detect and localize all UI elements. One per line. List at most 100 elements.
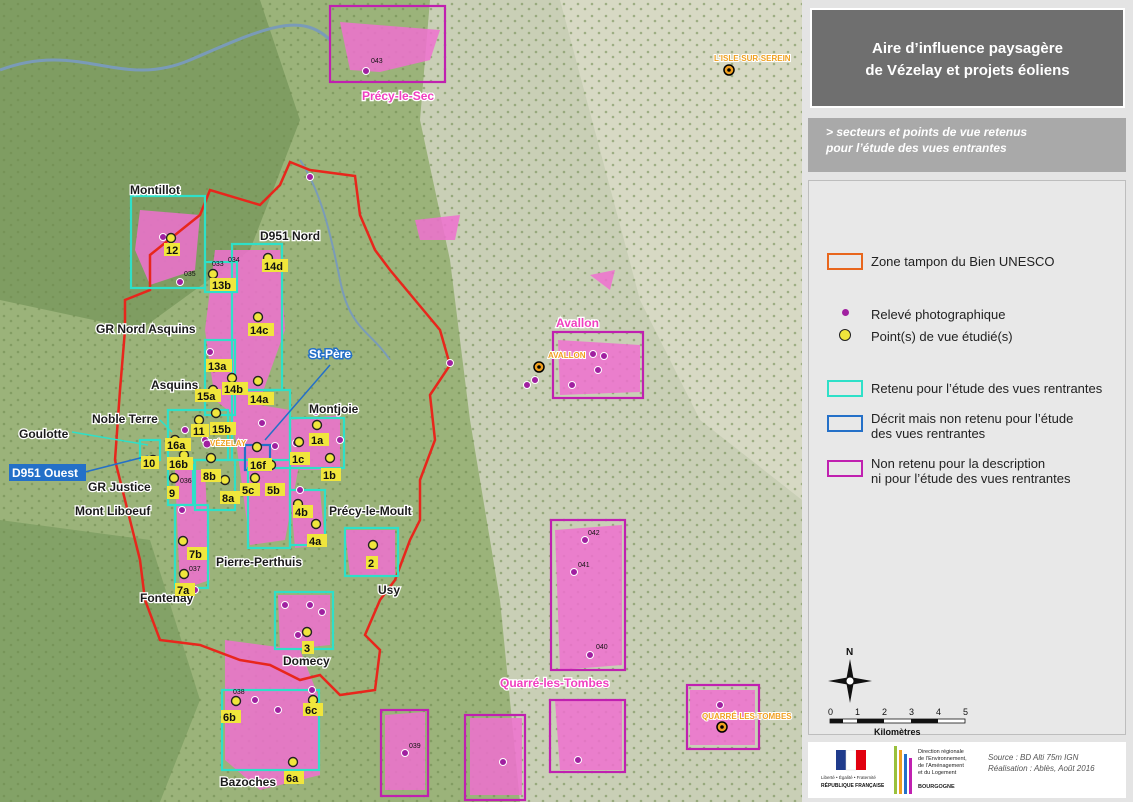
svg-text:2: 2 [882, 707, 887, 717]
svg-text:043: 043 [371, 58, 383, 65]
vp-label: 8b [201, 469, 221, 483]
svg-text:042: 042 [588, 530, 600, 537]
label-bazoches: Bazoches [220, 775, 276, 789]
svg-text:16a: 16a [167, 440, 186, 452]
svg-text:16b: 16b [169, 459, 188, 471]
svg-text:034: 034 [228, 257, 240, 264]
vp-label: 11 [191, 424, 209, 438]
svg-text:8a: 8a [222, 493, 235, 505]
svg-text:5: 5 [963, 707, 968, 717]
svg-text:3: 3 [304, 643, 310, 655]
not-retained-swatch [827, 460, 863, 477]
svg-text:14b: 14b [224, 384, 243, 396]
label-montjoie: Montjoie [309, 402, 359, 416]
label-vezelay: VÉZELAY [210, 439, 247, 448]
retained-swatch [827, 380, 863, 397]
svg-text:12: 12 [166, 245, 178, 257]
label-precy-le-moult: Précy-le-Moult [329, 504, 412, 518]
svg-text:1: 1 [855, 707, 860, 717]
svg-text:16f: 16f [250, 460, 266, 472]
svg-text:039: 039 [409, 743, 421, 750]
label-d951-nord: D951 Nord [260, 229, 320, 243]
svg-text:8b: 8b [203, 471, 216, 483]
svg-text:de l’Environnement,: de l’Environnement, [918, 756, 967, 762]
vp-label: 14c [248, 323, 274, 337]
svg-text:2: 2 [368, 558, 374, 570]
legend-photo-label: Relevé photographique [871, 307, 1006, 322]
subtitle-line-2: pour l’étude des vues entrantes [826, 141, 1007, 155]
svg-text:4a: 4a [309, 536, 322, 548]
svg-text:6b: 6b [223, 712, 236, 724]
republique-logo: Liberté • Égalité • Fraternité RÉPUBLIQU… [821, 750, 884, 789]
svg-text:4: 4 [936, 707, 941, 717]
svg-text:10: 10 [143, 458, 155, 470]
svg-text:1c: 1c [292, 454, 304, 466]
svg-text:14d: 14d [264, 261, 283, 273]
svg-text:037: 037 [189, 566, 201, 573]
svg-text:11: 11 [193, 426, 205, 438]
vp-label: 13a [206, 359, 232, 373]
map[interactable]: Précy-le-Sec L'ISLE-SUR-SEREIN Avallon A… [0, 0, 802, 802]
svg-text:041: 041 [578, 562, 590, 569]
label-precy-le-sec: Précy-le-Sec [362, 89, 434, 103]
svg-text:6c: 6c [305, 705, 317, 717]
svg-text:N: N [846, 647, 853, 658]
label-quarre-town: QUARRÉ-LES-TOMBES [702, 712, 792, 721]
dreal-logo: Direction régionale de l’Environnement, … [894, 746, 967, 794]
vp-label: 6b [221, 710, 241, 724]
vp-label: 4a [307, 534, 327, 548]
vp-label: 10 [141, 456, 159, 470]
svg-text:14c: 14c [250, 325, 268, 337]
vp-label: 2 [366, 556, 378, 570]
vp-label: 12 [164, 243, 180, 257]
svg-text:9: 9 [169, 488, 175, 500]
legend-panel: Aire d’influence paysagère de Vézelay et… [802, 0, 1133, 802]
vp-label: 3 [302, 641, 314, 655]
svg-text:3: 3 [909, 707, 914, 717]
label-pierre-perthuis: Pierre-Perthuis [216, 555, 302, 569]
vp-label: 1a [309, 433, 329, 447]
svg-text:13b: 13b [212, 280, 231, 292]
svg-text:et du Logement: et du Logement [918, 770, 957, 776]
vp-label: 13b [210, 278, 236, 292]
source-line-1: Source : BD Alti 75m IGN [988, 753, 1079, 762]
label-usy: Usy [378, 583, 400, 597]
vp-label: 6c [303, 703, 323, 717]
svg-text:BOURGOGNE: BOURGOGNE [918, 784, 955, 790]
legend-not-retained-label-1: Non retenu pour la description [871, 456, 1046, 471]
label-mont-liboeuf: Mont Liboeuf [75, 504, 151, 518]
svg-text:Kilomètres: Kilomètres [874, 727, 921, 737]
svg-text:4b: 4b [295, 507, 308, 519]
svg-text:036: 036 [180, 478, 192, 485]
svg-text:7a: 7a [177, 585, 190, 597]
vp-label: 1b [321, 468, 341, 482]
svg-text:0: 0 [828, 707, 833, 717]
svg-text:038: 038 [233, 689, 245, 696]
legend-retained-label: Retenu pour l’étude des vues rentrantes [871, 381, 1103, 396]
label-noble-terre: Noble Terre [92, 412, 158, 426]
described-swatch [827, 415, 863, 432]
svg-text:de l’Aménagement: de l’Aménagement [918, 763, 964, 769]
title-line-2: de Vézelay et projets éoliens [865, 62, 1070, 79]
svg-text:Direction régionale: Direction régionale [918, 749, 964, 755]
svg-text:RÉPUBLIQUE FRANÇAISE: RÉPUBLIQUE FRANÇAISE [821, 781, 884, 789]
legend-viewpoint-label: Point(s) de vue étudié(s) [871, 329, 1013, 344]
vp-label: 5b [265, 483, 285, 497]
vp-label: 6a [284, 771, 304, 785]
buffer-swatch [827, 253, 863, 270]
label-domecy: Domecy [283, 654, 330, 668]
label-quarre-les-tombes: Quarré-les-Tombes [500, 676, 609, 690]
vp-label: 8a [220, 491, 240, 505]
legend-buffer-label: Zone tampon du Bien UNESCO [871, 254, 1055, 269]
source-text: Source : BD Alti 75m IGN Réalisation : A… [988, 752, 1095, 774]
label-gr-justice: GR Justice [88, 480, 151, 494]
label-montillot: Montillot [130, 183, 180, 197]
vp-label: 16b [167, 457, 193, 471]
logos-area: Liberté • Égalité • Fraternité RÉPUBLIQU… [808, 742, 1126, 798]
legend-not-retained-label-2: ni pour l’étude des vues rentrantes [871, 471, 1071, 486]
svg-text:14a: 14a [250, 394, 269, 406]
vp-label: 15b [210, 422, 236, 436]
svg-text:15b: 15b [212, 424, 231, 436]
subtitle-line-1: > secteurs et points de vue retenus [826, 125, 1028, 139]
vp-label: 15a [195, 389, 221, 403]
